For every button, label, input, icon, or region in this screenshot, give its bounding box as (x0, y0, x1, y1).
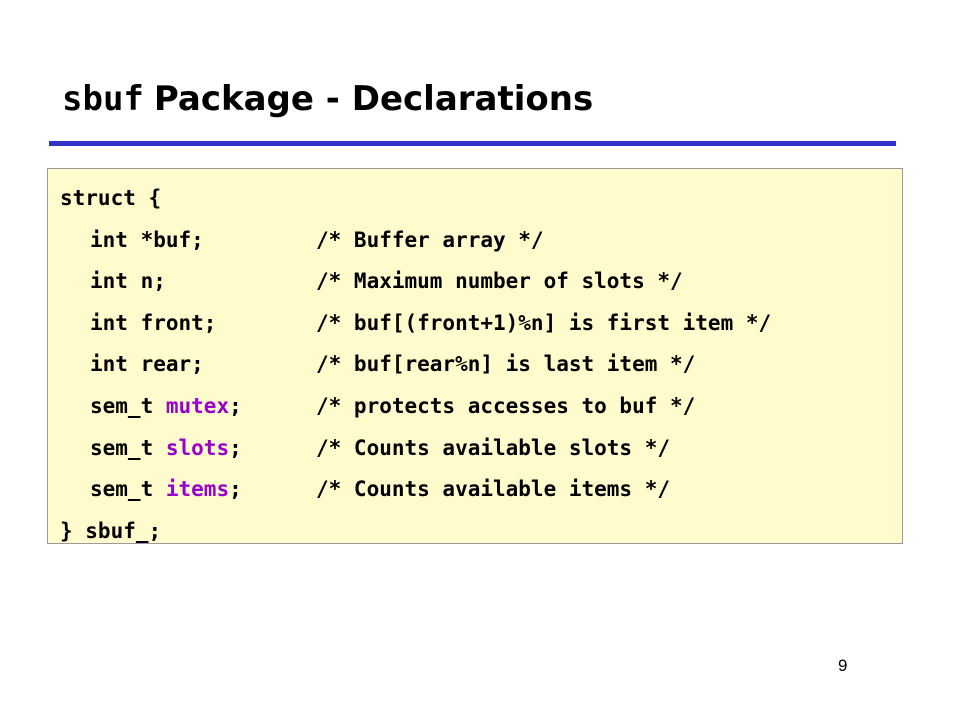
field-type: sem_t (90, 435, 154, 460)
field-name: rear; (140, 352, 204, 377)
title-code-word: sbuf (62, 79, 144, 119)
title-divider (49, 141, 896, 146)
code-line-field-mutex: sem_t mutex;/* protects accesses to buf … (60, 386, 902, 428)
field-name: n; (140, 269, 166, 294)
field-comment: /* Buffer array */ (316, 227, 544, 252)
code-line-field-slots: sem_t slots;/* Counts available slots */ (60, 428, 902, 470)
field-suffix: ; (229, 477, 242, 502)
field-suffix: ; (229, 435, 242, 460)
field-declaration: int *buf; (90, 220, 316, 262)
field-type: int (90, 352, 128, 377)
field-declaration: sem_t mutex; (90, 386, 316, 428)
field-comment: /* protects accesses to buf */ (316, 393, 696, 418)
code-line-struct-close: } sbuf_; (60, 518, 162, 543)
field-comment: /* buf[rear%n] is last item */ (316, 352, 696, 377)
field-type: sem_t (90, 477, 154, 502)
field-name: front; (140, 310, 217, 335)
field-suffix: ; (229, 393, 242, 418)
highlighted-field-name: mutex (165, 393, 230, 418)
code-line-struct-open: struct { (60, 186, 162, 210)
title-text: Package - Declarations (153, 79, 594, 119)
page-number: 9 (838, 656, 848, 675)
code-line-field-n: int n;/* Maximum number of slots */ (60, 261, 902, 303)
field-comment: /* Counts available slots */ (316, 435, 671, 460)
code-line-field-items: sem_t items;/* Counts available items */ (60, 469, 902, 511)
code-line-field-rear: int rear;/* buf[rear%n] is last item */ (60, 344, 902, 386)
code-block: struct { int *buf;/* Buffer array */ int… (47, 168, 903, 544)
field-comment: /* Maximum number of slots */ (316, 269, 683, 294)
field-type: int (90, 310, 128, 335)
field-type: int (90, 227, 128, 252)
code-line-field-front: int front;/* buf[(front+1)%n] is first i… (60, 303, 902, 345)
field-declaration: int n; (90, 261, 316, 303)
field-declaration: sem_t slots; (90, 428, 316, 470)
field-comment: /* Counts available items */ (316, 477, 671, 502)
slide-title: sbuf Package - Declarations (62, 74, 593, 124)
highlighted-field-name: items (165, 477, 230, 502)
field-declaration: int front; (90, 303, 316, 345)
code-line-field-buf: int *buf;/* Buffer array */ (60, 220, 902, 262)
highlighted-field-name: slots (165, 435, 230, 460)
field-type: sem_t (90, 393, 154, 418)
field-declaration: sem_t items; (90, 469, 316, 511)
field-declaration: int rear; (90, 344, 316, 386)
field-comment: /* buf[(front+1)%n] is first item */ (316, 310, 772, 335)
field-type: int (90, 269, 128, 294)
field-name: *buf; (140, 227, 204, 252)
